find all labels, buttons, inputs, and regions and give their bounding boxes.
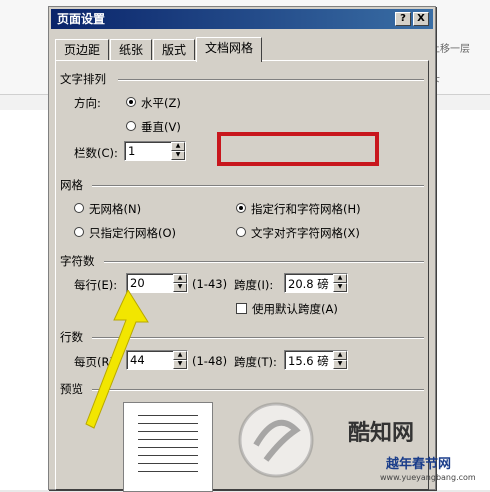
chars-per-line-value[interactable]: 20: [130, 276, 145, 290]
dialog-titlebar: 页面设置 ? X: [51, 9, 433, 29]
snap-to-char-grid-radio[interactable]: [236, 227, 246, 237]
line-pitch-spin-arrows: ▲ ▼: [333, 351, 347, 369]
send-backward-label[interactable]: 下: [430, 73, 490, 88]
line-pitch-value[interactable]: 15.6 磅: [288, 353, 329, 369]
spin-up-icon[interactable]: ▲: [173, 351, 187, 360]
default-pitch-checkbox[interactable]: [236, 303, 247, 314]
help-button[interactable]: ?: [395, 12, 411, 26]
char-pitch-value[interactable]: 20.8 磅: [288, 276, 329, 292]
spin-up-icon[interactable]: ▲: [333, 274, 347, 283]
spin-down-icon[interactable]: ▼: [333, 283, 347, 292]
preview-line: [138, 439, 198, 440]
preview-line: [138, 463, 198, 464]
columns-spin-arrows: ▲ ▼: [171, 142, 185, 160]
spin-up-icon[interactable]: ▲: [333, 351, 347, 360]
spin-up-icon[interactable]: ▲: [173, 274, 187, 283]
tab-layout[interactable]: 版式: [153, 39, 196, 61]
pitch-spin-arrows: ▲ ▼: [333, 274, 347, 292]
watermark-brand: 酷知网: [348, 421, 415, 446]
separator: [118, 79, 424, 81]
ribbon-right-group: 上移一层 下: [430, 40, 490, 88]
separator: [92, 185, 424, 187]
tab-bar: 页边距 纸张 版式 文档网格: [55, 37, 263, 62]
line-grid-only-label[interactable]: 只指定行网格(O): [89, 225, 176, 241]
spin-down-icon[interactable]: ▼: [173, 283, 187, 292]
chars-range: (1-43): [192, 277, 228, 291]
lines-spin-arrows: ▲ ▼: [173, 351, 187, 369]
spin-down-icon[interactable]: ▼: [171, 151, 185, 160]
tab-margins[interactable]: 页边距: [55, 39, 110, 61]
line-and-char-grid-label[interactable]: 指定行和字符网格(H): [251, 201, 361, 217]
watermark: 酷知网 越年春节网 www.yueyangbang.com: [236, 395, 490, 490]
watermark-sub: 越年春节网: [386, 457, 452, 472]
dialog-title: 页面设置: [57, 12, 106, 26]
default-pitch-label[interactable]: 使用默认跨度(A): [252, 301, 338, 317]
close-button[interactable]: X: [413, 12, 429, 26]
watermark-url: www.yueyangbang.com: [380, 473, 476, 482]
grid-section-label: 网格: [60, 178, 83, 192]
columns-value[interactable]: 1: [128, 144, 135, 158]
columns-spinner[interactable]: 1 ▲ ▼: [124, 141, 186, 161]
line-grid-only-radio[interactable]: [74, 227, 84, 237]
yellow-arrow-icon: [85, 290, 149, 429]
red-highlight-box: [217, 132, 379, 166]
no-grid-label[interactable]: 无网格(N): [89, 201, 141, 217]
spin-up-icon[interactable]: ▲: [171, 142, 185, 151]
spin-down-icon[interactable]: ▼: [173, 360, 187, 369]
separator: [104, 261, 424, 263]
tab-document-grid[interactable]: 文档网格: [196, 37, 263, 62]
direction-label: 方向:: [74, 96, 101, 110]
line-pitch-spinner[interactable]: 15.6 磅 ▲ ▼: [284, 350, 348, 370]
preview-line: [138, 455, 198, 456]
spin-down-icon[interactable]: ▼: [333, 360, 347, 369]
horizontal-radio[interactable]: [126, 97, 136, 107]
char-pitch-label: 跨度(I):: [234, 278, 274, 292]
lines-range: (1-48): [192, 354, 228, 368]
bring-forward-label[interactable]: 上移一层: [430, 40, 490, 55]
characters-section-label: 字符数: [60, 254, 95, 268]
no-grid-radio[interactable]: [74, 203, 84, 213]
columns-label: 栏数(C):: [74, 146, 118, 160]
line-and-char-grid-radio[interactable]: [236, 203, 246, 213]
preview-line: [138, 431, 198, 432]
tab-paper[interactable]: 纸张: [110, 39, 153, 61]
vertical-label[interactable]: 垂直(V): [141, 119, 181, 135]
line-pitch-label: 跨度(T):: [234, 355, 277, 369]
horizontal-label[interactable]: 水平(Z): [141, 95, 181, 111]
char-pitch-spinner[interactable]: 20.8 磅 ▲ ▼: [284, 273, 348, 293]
chars-spin-arrows: ▲ ▼: [173, 274, 187, 292]
vertical-radio[interactable]: [126, 121, 136, 131]
preview-line: [138, 447, 198, 448]
text-direction-section-label: 文字排列: [60, 72, 106, 86]
preview-line: [138, 471, 198, 472]
snap-to-char-grid-label[interactable]: 文字对齐字符网格(X): [251, 225, 360, 241]
watermark-logo-icon: [238, 402, 314, 478]
